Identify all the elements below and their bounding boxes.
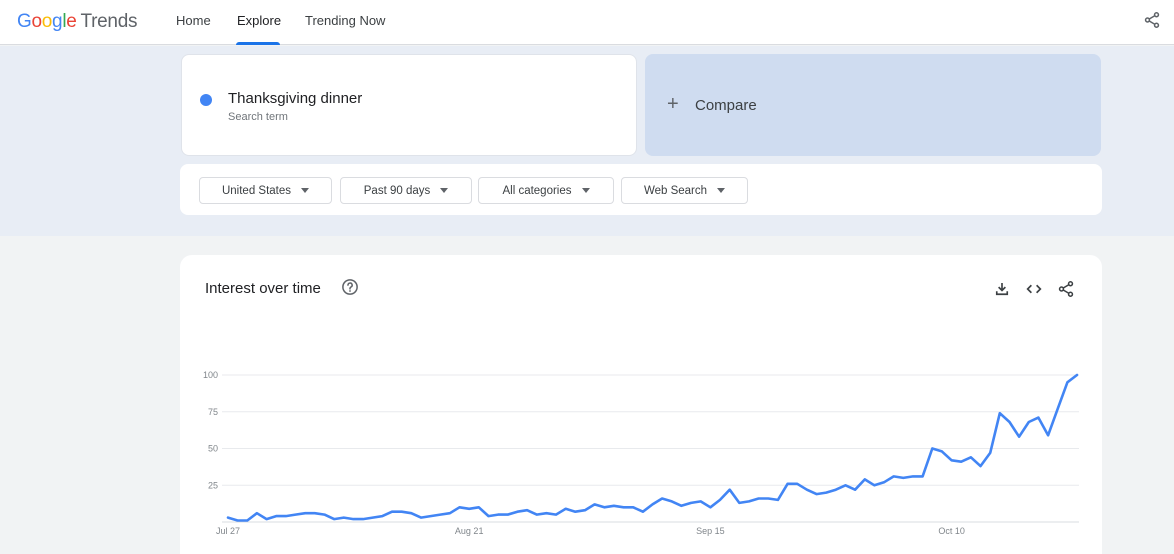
y-tick-label: 25 [208,480,218,490]
search-term-name[interactable]: Thanksgiving dinner [228,90,362,107]
logo-google: Google [17,11,77,32]
term-color-dot [200,94,212,106]
search-term-card[interactable]: Thanksgiving dinner Search term [181,54,637,156]
interest-line-chart: 100 75 50 25 Jul 27 Aug 21 Sep 15 Oct 10 [203,370,1079,536]
active-tab-indicator [236,42,280,45]
filter-search-type[interactable]: Web Search [621,177,748,204]
filter-search-type-label: Web Search [643,184,708,197]
filter-time-range-label: Past 90 days [363,184,431,197]
chevron-down-icon [581,188,590,193]
plus-icon: + [667,93,679,115]
tab-home[interactable]: Home [176,13,211,28]
filter-time-range[interactable]: Past 90 days [340,177,472,204]
tab-explore[interactable]: Explore [237,13,281,28]
tab-trending-now[interactable]: Trending Now [305,13,385,28]
y-tick-label: 75 [208,407,218,417]
x-tick-label: Jul 27 [216,526,240,536]
search-term-type: Search term [228,111,288,123]
series-line[interactable] [226,373,1079,522]
logo-trends: Trends [80,11,138,32]
interest-over-time-card: Interest over time 100 75 50 25 Jul 27 Aug 2… [180,255,1102,554]
x-tick-label: Oct 10 [938,526,965,536]
chevron-down-icon [440,188,449,193]
filter-category[interactable]: All categories [478,177,614,204]
x-tick-label: Sep 15 [696,526,725,536]
top-bar: Google Trends Home Explore Trending Now [0,0,1174,45]
share-icon[interactable] [1143,11,1161,29]
filter-category-label: All categories [502,184,572,197]
y-tick-label: 100 [203,370,218,380]
filters-bar: United States Past 90 days All categorie… [180,164,1102,215]
x-tick-label: Aug 21 [455,526,484,536]
chevron-down-icon [301,188,310,193]
chevron-down-icon [717,188,726,193]
y-tick-label: 50 [208,444,218,454]
compare-button[interactable]: + Compare [645,54,1101,156]
compare-label: Compare [695,97,757,114]
filter-region[interactable]: United States [199,177,332,204]
filter-region-label: United States [221,184,292,197]
google-trends-logo[interactable]: Google Trends [17,11,137,33]
